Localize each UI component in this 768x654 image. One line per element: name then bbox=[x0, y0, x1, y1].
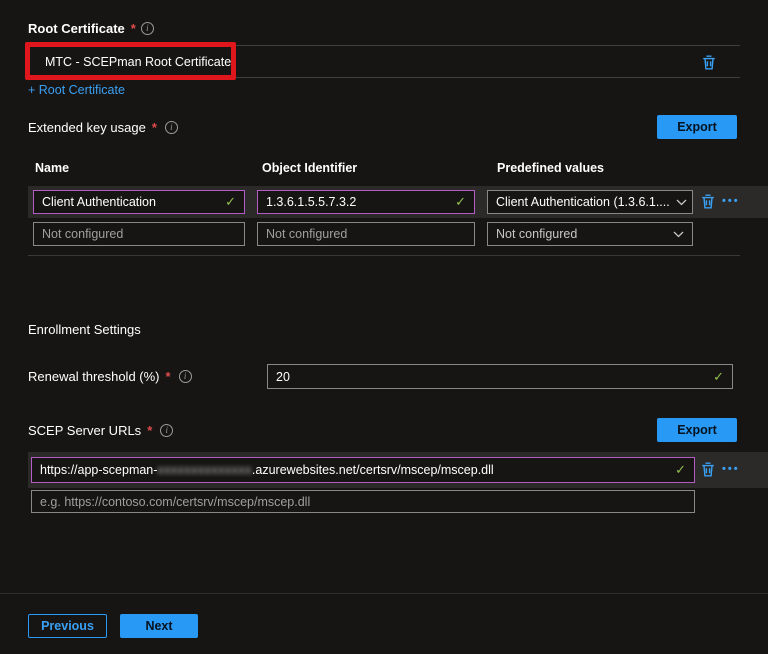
renewal-threshold-input[interactable]: 20 ✓ bbox=[267, 364, 733, 389]
scep-url-input-empty[interactable]: e.g. https://contoso.com/certsrv/mscep/m… bbox=[31, 490, 695, 513]
scep-profile-form: Root Certificate * i MTC - SCEPman Root … bbox=[0, 0, 768, 654]
delete-eku-row-button[interactable] bbox=[701, 194, 715, 212]
renewal-threshold-label: Renewal threshold (%) bbox=[28, 369, 160, 384]
chevron-down-icon bbox=[676, 199, 687, 206]
column-header-predefined: Predefined values bbox=[497, 161, 604, 175]
scep-url-suffix: .azurewebsites.net/certsrv/mscep/mscep.d… bbox=[251, 463, 494, 477]
scep-server-urls-label-row: SCEP Server URLs * i bbox=[28, 423, 174, 438]
scep-url-prefix: https://app-scepman- bbox=[40, 463, 158, 477]
root-certificate-row[interactable]: MTC - SCEPman Root Certificate bbox=[28, 45, 740, 78]
delete-scep-url-button[interactable] bbox=[701, 462, 715, 480]
valid-check-icon: ✓ bbox=[225, 194, 236, 209]
export-urls-button[interactable]: Export bbox=[657, 418, 737, 442]
scep-url-redacted-segment: xxxxxxxxxxxxxx bbox=[157, 463, 252, 477]
root-certificate-label: Root Certificate bbox=[28, 21, 125, 36]
column-header-name: Name bbox=[35, 161, 70, 175]
eku-oid-placeholder: Not configured bbox=[266, 227, 348, 241]
section-divider bbox=[28, 255, 740, 256]
column-header-oid: Object Identifier bbox=[262, 161, 358, 175]
info-icon[interactable]: i bbox=[164, 121, 178, 134]
info-icon[interactable]: i bbox=[178, 370, 192, 383]
chevron-down-icon bbox=[673, 231, 684, 238]
info-icon[interactable]: i bbox=[160, 424, 174, 437]
trash-icon bbox=[701, 462, 715, 480]
eku-oid-input-empty[interactable]: Not configured bbox=[257, 222, 475, 246]
valid-check-icon: ✓ bbox=[713, 368, 724, 384]
root-certificate-value: MTC - SCEPman Root Certificate bbox=[45, 54, 232, 69]
valid-check-icon: ✓ bbox=[455, 194, 466, 209]
scep-url-placeholder: e.g. https://contoso.com/certsrv/mscep/m… bbox=[40, 494, 311, 509]
eku-oid-input[interactable]: 1.3.6.1.5.5.7.3.2 ✓ bbox=[257, 190, 475, 214]
eku-name-input[interactable]: Client Authentication ✓ bbox=[33, 190, 245, 214]
footer-divider bbox=[0, 593, 768, 594]
scep-url-input[interactable]: https://app-scepman-xxxxxxxxxxxxxx.azure… bbox=[31, 457, 695, 483]
required-asterisk: * bbox=[151, 120, 157, 135]
scep-url-more-options-button[interactable]: ••• bbox=[722, 463, 740, 475]
export-eku-button[interactable]: Export bbox=[657, 115, 737, 139]
renewal-threshold-label-row: Renewal threshold (%) * i bbox=[28, 369, 192, 384]
eku-predefined-placeholder: Not configured bbox=[496, 227, 578, 241]
eku-predefined-select-empty[interactable]: Not configured bbox=[487, 222, 693, 246]
extended-key-usage-label: Extended key usage bbox=[28, 120, 146, 135]
eku-name-placeholder: Not configured bbox=[42, 227, 124, 241]
next-button[interactable]: Next bbox=[120, 614, 198, 638]
info-icon[interactable]: i bbox=[140, 22, 154, 35]
renewal-threshold-value: 20 bbox=[276, 369, 290, 384]
scep-url-value: https://app-scepman-xxxxxxxxxxxxxx.azure… bbox=[40, 463, 494, 477]
scep-server-urls-label: SCEP Server URLs bbox=[28, 423, 142, 438]
eku-predefined-select[interactable]: Client Authentication (1.3.6.1.... bbox=[487, 190, 693, 214]
trash-icon bbox=[702, 55, 716, 73]
trash-icon bbox=[701, 194, 715, 212]
eku-oid-value: 1.3.6.1.5.5.7.3.2 bbox=[266, 195, 357, 209]
eku-row-more-options-button[interactable]: ••• bbox=[722, 195, 740, 207]
required-asterisk: * bbox=[147, 423, 153, 438]
required-asterisk: * bbox=[165, 369, 171, 384]
delete-root-certificate-button[interactable] bbox=[702, 55, 716, 73]
root-certificate-label-row: Root Certificate * i bbox=[28, 21, 154, 36]
add-root-certificate-link[interactable]: + Root Certificate bbox=[28, 83, 125, 97]
enrollment-settings-heading: Enrollment Settings bbox=[28, 322, 141, 337]
eku-name-input-empty[interactable]: Not configured bbox=[33, 222, 245, 246]
eku-name-value: Client Authentication bbox=[42, 195, 156, 209]
valid-check-icon: ✓ bbox=[675, 462, 686, 477]
eku-predefined-value: Client Authentication (1.3.6.1.... bbox=[496, 195, 670, 209]
previous-button[interactable]: Previous bbox=[28, 614, 107, 638]
required-asterisk: * bbox=[130, 21, 136, 36]
extended-key-usage-label-row: Extended key usage * i bbox=[28, 120, 178, 135]
